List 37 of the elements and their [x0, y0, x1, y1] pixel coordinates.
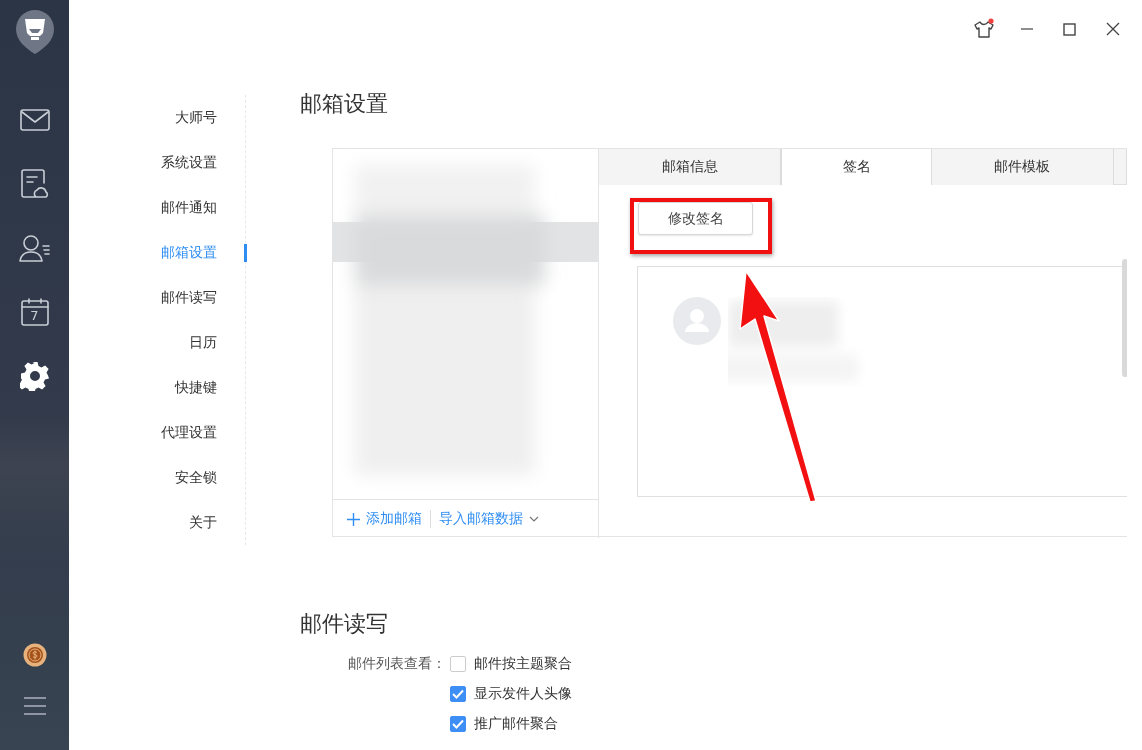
coin-icon[interactable] — [22, 642, 47, 667]
settings-nav-item[interactable]: 安全锁 — [175, 468, 217, 487]
scrollbar-thumb[interactable] — [1122, 259, 1127, 377]
menu-icon[interactable] — [22, 696, 47, 715]
import-data-link[interactable]: 导入邮箱数据 — [439, 510, 539, 528]
settings-nav-item[interactable]: 快捷键 — [175, 378, 217, 397]
note-cloud-icon[interactable] — [20, 169, 49, 199]
settings-nav-item[interactable]: 邮件读写 — [161, 288, 217, 307]
field-label: 邮件列表查看： — [347, 655, 447, 673]
section-title: 邮件读写 — [300, 610, 389, 638]
settings-nav-item[interactable]: 系统设置 — [161, 153, 217, 172]
option-label[interactable]: 推广邮件聚合 — [474, 715, 558, 733]
add-mailbox-link[interactable]: 添加邮箱 — [347, 510, 422, 528]
settings-nav-item[interactable]: 代理设置 — [161, 423, 217, 442]
settings-nav-item[interactable]: 大师号 — [175, 108, 217, 127]
settings-nav-item[interactable]: 关于 — [189, 513, 217, 532]
settings-nav-item[interactable]: 邮箱设置 — [161, 243, 217, 262]
edit-signature-button[interactable]: 修改签名 — [638, 202, 753, 235]
caret-icon — [529, 516, 539, 522]
settings-nav-item[interactable]: 邮件通知 — [161, 198, 217, 217]
tab[interactable]: 签名 — [781, 149, 932, 185]
contacts-icon[interactable] — [18, 234, 51, 262]
plus-icon — [347, 512, 360, 526]
settings-icon[interactable] — [19, 361, 50, 391]
app-logo — [14, 9, 55, 55]
selection-indicator — [244, 244, 247, 262]
mail-icon[interactable] — [19, 109, 50, 131]
checkbox[interactable] — [450, 686, 466, 702]
option-label[interactable]: 显示发件人头像 — [474, 685, 572, 703]
calendar-icon[interactable]: 7 — [20, 298, 49, 326]
section-title: 邮箱设置 — [300, 90, 389, 118]
tab[interactable]: 邮件模板 — [931, 149, 1115, 185]
checkbox[interactable] — [450, 716, 466, 732]
tab[interactable]: 邮箱信息 — [599, 149, 782, 185]
settings-nav-item[interactable]: 日历 — [189, 333, 217, 352]
option-label[interactable]: 邮件按主题聚合 — [474, 655, 572, 673]
checkbox[interactable] — [450, 656, 466, 672]
